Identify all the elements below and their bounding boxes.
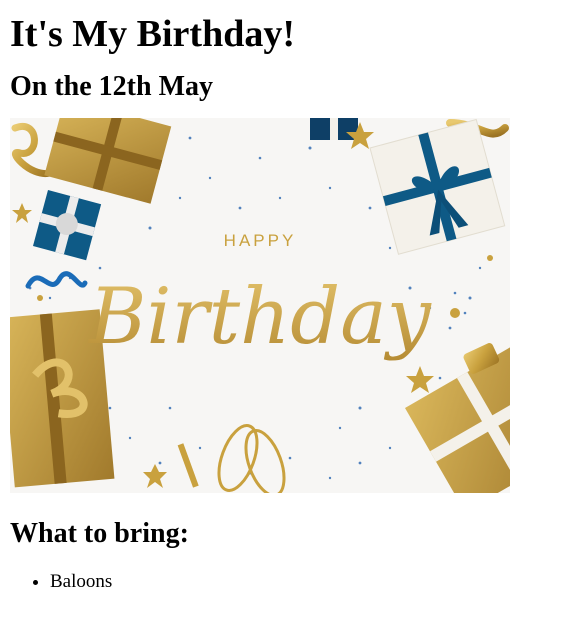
- what-to-bring-heading: What to bring:: [10, 518, 189, 549]
- bring-list: Baloons: [10, 571, 566, 593]
- event-date: On the 12th May: [10, 71, 213, 102]
- page: It's My Birthday! On the 12th May HAPPY …: [0, 12, 576, 593]
- page-title: It's My Birthday!: [10, 13, 295, 55]
- birthday-script-text: Birthday: [87, 272, 432, 362]
- happy-text: HAPPY: [224, 231, 297, 250]
- list-item: Baloons: [50, 571, 566, 593]
- birthday-image: HAPPY Birthday: [10, 118, 510, 493]
